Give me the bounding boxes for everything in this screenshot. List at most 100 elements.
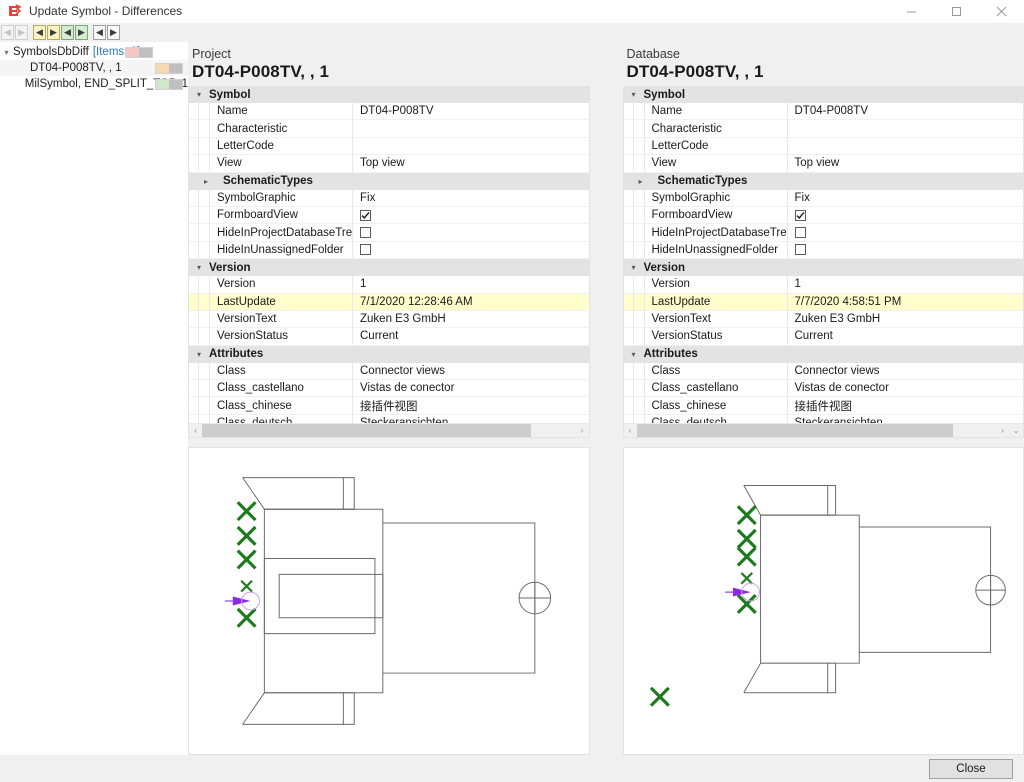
- section-expander-icon[interactable]: ▾: [189, 350, 209, 359]
- property-row[interactable]: Class_deutschSteckeransichten: [189, 415, 589, 423]
- section-expander-icon[interactable]: ▾: [624, 350, 644, 359]
- property-row[interactable]: SymbolGraphicFix: [189, 190, 589, 207]
- property-row[interactable]: LastUpdate7/7/2020 4:58:51 PM: [624, 294, 1024, 311]
- property-value-cell: Vistas de conector: [788, 380, 1024, 396]
- checkbox-checked[interactable]: [795, 210, 806, 221]
- section-expander-icon[interactable]: ▾: [189, 90, 209, 99]
- subsection-expander-icon[interactable]: ▸: [624, 177, 658, 186]
- property-name: VersionStatus: [210, 328, 353, 344]
- prev-database-change-button[interactable]: ◀: [61, 25, 74, 40]
- section-label: Attributes: [209, 348, 263, 360]
- database-symbol-preview[interactable]: [623, 447, 1024, 755]
- property-value: Top view: [360, 157, 405, 169]
- property-row[interactable]: VersionStatusCurrent: [189, 328, 589, 345]
- property-row[interactable]: LetterCode: [624, 138, 1024, 155]
- property-row[interactable]: LastUpdate7/1/2020 12:28:46 AM: [189, 294, 589, 311]
- section-header[interactable]: ▾Symbol: [624, 86, 1024, 103]
- tree-item-1[interactable]: DT04-P008TV, , 1: [0, 60, 188, 76]
- property-row[interactable]: ClassConnector views: [189, 363, 589, 380]
- section-header[interactable]: ▾Version: [189, 259, 589, 276]
- section-expander-icon[interactable]: ▾: [189, 263, 209, 272]
- property-row[interactable]: Characteristic: [189, 120, 589, 137]
- property-row[interactable]: Version1: [189, 276, 589, 293]
- property-grid-hscrollbar[interactable]: ‹ ›⌄: [624, 423, 1024, 437]
- property-value: 1: [360, 278, 366, 290]
- next-database-change-button[interactable]: ▶: [75, 25, 88, 40]
- scroll-right-arrow-icon[interactable]: ›: [576, 427, 589, 435]
- section-header[interactable]: ▾Version: [624, 259, 1024, 276]
- prev-project-change-button[interactable]: ◀: [33, 25, 46, 40]
- next-project-change-button[interactable]: ▶: [47, 25, 60, 40]
- tree-item-root[interactable]: ▾SymbolsDbDiff[Items: 2]: [0, 44, 188, 60]
- scroll-thumb[interactable]: [637, 424, 953, 438]
- row-indent-2: [199, 328, 210, 344]
- section-expander-icon[interactable]: ▾: [624, 263, 644, 272]
- close-window-button[interactable]: [979, 0, 1024, 23]
- property-grid-hscrollbar[interactable]: ‹›: [189, 423, 589, 437]
- property-name: Class_castellano: [210, 380, 353, 396]
- scroll-left-arrow-icon[interactable]: ‹: [624, 427, 637, 435]
- maximize-button[interactable]: [934, 0, 979, 23]
- section-header[interactable]: ▾Attributes: [624, 346, 1024, 363]
- database-property-grid[interactable]: ▾SymbolNameDT04-P008TVCharacteristicLett…: [623, 86, 1024, 438]
- project-property-grid[interactable]: ▾SymbolNameDT04-P008TVCharacteristicLett…: [188, 86, 590, 438]
- property-row[interactable]: ViewTop view: [189, 155, 589, 172]
- property-row[interactable]: Class_castellanoVistas de conector: [624, 380, 1024, 397]
- property-row[interactable]: VersionTextZuken E3 GmbH: [189, 311, 589, 328]
- checkbox-unchecked[interactable]: [795, 244, 806, 255]
- scroll-thumb[interactable]: [202, 424, 531, 438]
- property-row[interactable]: VersionStatusCurrent: [624, 328, 1024, 345]
- e3-logo-icon: [3, 0, 25, 22]
- property-row[interactable]: Class_chinese接插件视图: [624, 397, 1024, 414]
- property-row[interactable]: Class_deutschSteckeransichten: [624, 415, 1024, 423]
- tree-expander-icon[interactable]: ▾: [0, 48, 13, 57]
- property-row[interactable]: ClassConnector views: [624, 363, 1024, 380]
- property-row[interactable]: HideInProjectDatabaseTree: [189, 224, 589, 241]
- scroll-track[interactable]: [202, 424, 576, 438]
- checkbox-checked[interactable]: [360, 210, 371, 221]
- checkbox-unchecked[interactable]: [795, 227, 806, 238]
- property-row[interactable]: ViewTop view: [624, 155, 1024, 172]
- scroll-track[interactable]: [637, 424, 997, 438]
- minimize-button[interactable]: [889, 0, 934, 23]
- subsection-label: SchematicTypes: [658, 175, 748, 187]
- subsection-header[interactable]: ▸SchematicTypes: [189, 173, 589, 190]
- scroll-left-arrow-icon[interactable]: ‹: [189, 427, 202, 435]
- comparison-panes: ProjectDT04-P008TV, , 1▾SymbolNameDT04-P…: [188, 42, 1024, 755]
- property-row[interactable]: Characteristic: [624, 120, 1024, 137]
- property-row[interactable]: NameDT04-P008TV: [189, 103, 589, 120]
- property-row[interactable]: FormboardView: [189, 207, 589, 224]
- property-row[interactable]: HideInUnassignedFolder: [189, 242, 589, 259]
- section-header[interactable]: ▾Symbol: [189, 86, 589, 103]
- scroll-corner-chevron-down-icon[interactable]: ⌄: [1009, 426, 1023, 435]
- section-expander-icon[interactable]: ▾: [624, 90, 644, 99]
- property-row[interactable]: VersionTextZuken E3 GmbH: [624, 311, 1024, 328]
- first-difference-button: ◀: [1, 25, 14, 40]
- next-item-button[interactable]: ▶: [107, 25, 120, 40]
- property-value: 7/1/2020 12:28:46 AM: [360, 296, 473, 308]
- property-row[interactable]: Class_castellanoVistas de conector: [189, 380, 589, 397]
- subsection-header[interactable]: ▸SchematicTypes: [624, 173, 1024, 190]
- close-button[interactable]: Close: [929, 759, 1013, 779]
- property-row[interactable]: LetterCode: [189, 138, 589, 155]
- prev-item-button[interactable]: ◀: [93, 25, 106, 40]
- property-row[interactable]: SymbolGraphicFix: [624, 190, 1024, 207]
- row-indent-2: [634, 415, 645, 423]
- tree-item-2[interactable]: MilSymbol, END_SPLIT_TOP, 1: [0, 76, 188, 92]
- checkbox-unchecked[interactable]: [360, 244, 371, 255]
- property-row[interactable]: Version1: [624, 276, 1024, 293]
- row-indent-2: [634, 328, 645, 344]
- row-indent: [189, 120, 199, 136]
- property-row[interactable]: FormboardView: [624, 207, 1024, 224]
- subsection-expander-icon[interactable]: ▸: [189, 177, 223, 186]
- differences-tree[interactable]: ▾SymbolsDbDiff[Items: 2]DT04-P008TV, , 1…: [0, 42, 188, 755]
- titlebar: Update Symbol - Differences: [0, 0, 1024, 23]
- scroll-right-arrow-icon[interactable]: ›: [996, 427, 1009, 435]
- project-symbol-preview[interactable]: [188, 447, 590, 755]
- property-row[interactable]: HideInUnassignedFolder: [624, 242, 1024, 259]
- checkbox-unchecked[interactable]: [360, 227, 371, 238]
- property-row[interactable]: Class_chinese接插件视图: [189, 397, 589, 414]
- section-header[interactable]: ▾Attributes: [189, 346, 589, 363]
- property-row[interactable]: NameDT04-P008TV: [624, 103, 1024, 120]
- property-row[interactable]: HideInProjectDatabaseTree: [624, 224, 1024, 241]
